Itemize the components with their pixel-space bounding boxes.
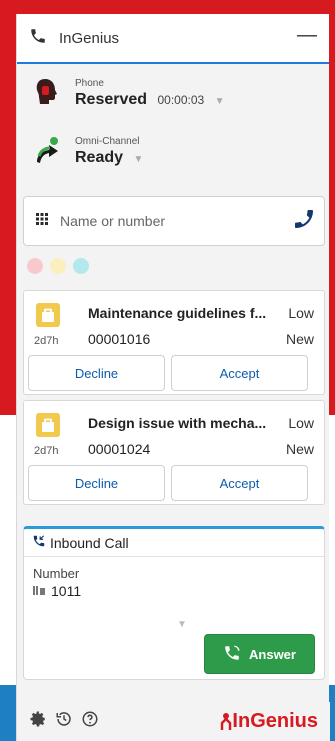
work-item-priority: Low (288, 305, 314, 321)
case-bag-icon (36, 303, 60, 327)
accept-button[interactable]: Accept (171, 465, 308, 501)
status-dot-yellow (50, 258, 66, 274)
omni-status: Ready (75, 148, 124, 166)
work-item-state: New (285, 441, 314, 457)
dialpad-icon[interactable] (36, 212, 48, 230)
inbound-call-card: Inbound Call Number 1011 ▼ Answer (23, 526, 325, 680)
phone-status: Reserved (75, 90, 148, 108)
status-dot-red (27, 258, 43, 274)
history-icon[interactable] (55, 710, 73, 733)
inbound-call-header: Inbound Call (24, 529, 324, 557)
extension-icon (33, 583, 45, 599)
answer-button[interactable]: Answer (204, 634, 315, 674)
expand-details-icon[interactable]: ▼ (177, 619, 187, 630)
inbound-call-title: Inbound Call (50, 534, 129, 551)
head-icon (33, 75, 61, 111)
work-item-subject: Design issue with mecha... (88, 415, 267, 431)
omni-status-row[interactable]: Omni-Channel Ready ▼ (17, 122, 329, 180)
caller-number: 1011 (51, 583, 82, 599)
minimize-button[interactable]: — (297, 24, 317, 47)
omni-label: Omni-Channel (75, 135, 140, 147)
status-dot-cyan (73, 258, 89, 274)
work-item-age: 2d7h (34, 335, 59, 347)
phone-status-row[interactable]: Phone Reserved 00:00:03 ▼ (17, 64, 329, 122)
answer-phone-icon (223, 644, 241, 665)
decline-button[interactable]: Decline (28, 465, 165, 501)
work-item-state: New (285, 331, 314, 347)
phone-icon (29, 27, 47, 50)
phone-status-dropdown-icon[interactable]: ▼ (215, 96, 225, 107)
work-item-card[interactable]: 2d7h Design issue with mecha... Low 0000… (23, 400, 325, 505)
softphone-panel: InGenius — Phone Reserved 00:00:03 ▼ Omn… (16, 14, 330, 741)
settings-gear-icon[interactable] (29, 710, 47, 733)
answer-label: Answer (249, 646, 296, 662)
omni-status-dropdown-icon[interactable]: ▼ (133, 154, 143, 165)
work-item-number: 00001016 (88, 331, 151, 347)
call-icon[interactable] (292, 207, 316, 236)
decline-button[interactable]: Decline (28, 355, 165, 391)
incoming-call-icon (32, 534, 46, 551)
number-label: Number (33, 566, 80, 581)
work-item-age: 2d7h (34, 445, 59, 457)
phone-label: Phone (75, 77, 104, 89)
status-dots (27, 258, 89, 274)
work-item-card[interactable]: 2d7h Maintenance guidelines f... Low 000… (23, 290, 325, 395)
work-item-subject: Maintenance guidelines f... (88, 305, 267, 321)
accept-button[interactable]: Accept (171, 355, 308, 391)
case-bag-icon (36, 413, 60, 437)
omni-channel-icon (33, 133, 61, 169)
dial-box (23, 196, 325, 246)
ingenius-logo: InGenius (220, 710, 318, 733)
work-item-priority: Low (288, 415, 314, 431)
panel-header: InGenius — (17, 14, 329, 64)
brand-name: InGenius (232, 710, 318, 732)
panel-footer: InGenius (17, 702, 330, 741)
work-item-number: 00001024 (88, 441, 151, 457)
phone-timer: 00:00:03 (157, 92, 205, 107)
help-icon[interactable] (81, 710, 99, 733)
name-or-number-input[interactable] (60, 213, 292, 229)
app-title: InGenius (59, 29, 120, 47)
